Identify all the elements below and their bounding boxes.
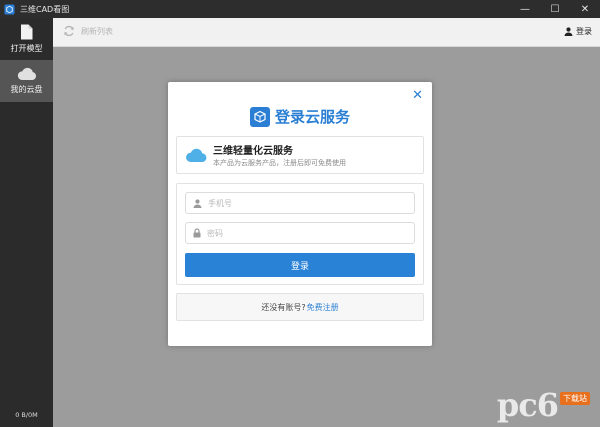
cloud-service-logo-icon (249, 106, 270, 127)
window-title: 三维CAD看图 (20, 4, 70, 14)
login-form: 登录 (176, 183, 424, 285)
sidebar-item-label: 我的云盘 (10, 85, 43, 94)
login-dialog: ✕ 登录云服务 三维轻量化云服务 本产品为云服务产品，注册后即可免费使用 手机号… (168, 82, 432, 346)
toolbar-login-button[interactable]: 登录 (564, 26, 592, 37)
user-icon (564, 27, 573, 36)
refresh-list-button[interactable]: 刷新列表 (63, 25, 113, 37)
close-dialog-button[interactable]: ✕ (412, 88, 423, 103)
toolbar: 刷新列表 登录 (53, 18, 600, 47)
app-logo-icon (4, 3, 15, 15)
close-window-button[interactable]: ✕ (570, 0, 600, 18)
password-input[interactable] (207, 228, 397, 238)
phone-input[interactable] (208, 198, 398, 208)
register-link[interactable]: 免费注册 (307, 302, 339, 313)
window-controls: — ☐ ✕ (510, 0, 600, 18)
toolbar-login-label: 登录 (576, 27, 592, 36)
service-info-box: 三维轻量化云服务 本产品为云服务产品，注册后即可免费使用 (176, 136, 424, 174)
dialog-title: 登录云服务 (274, 108, 350, 126)
sidebar: 打开模型 我的云盘 0 B/0M (0, 18, 53, 427)
dialog-header: 登录云服务 (168, 106, 432, 127)
sidebar-item-open-model[interactable]: 打开模型 (0, 18, 53, 60)
login-button[interactable]: 登录 (185, 253, 415, 277)
sidebar-item-label: 打开模型 (10, 44, 43, 53)
minimize-button[interactable]: — (510, 0, 540, 18)
user-icon (193, 198, 202, 208)
cloud-icon (17, 67, 36, 80)
register-prompt: 还没有账号? (261, 302, 306, 312)
watermark-tag: 下载站 (560, 392, 590, 405)
register-box: 还没有账号? 免费注册 (176, 293, 424, 321)
refresh-list-label: 刷新列表 (81, 26, 113, 36)
service-info-description: 本产品为云服务产品，注册后即可免费使用 (213, 159, 346, 167)
password-field[interactable] (185, 222, 415, 244)
site-watermark: pc6 下载站 (497, 389, 590, 421)
refresh-icon (64, 25, 74, 37)
storage-usage: 0 B/0M (15, 411, 38, 419)
phone-field[interactable] (185, 192, 415, 214)
maximize-button[interactable]: ☐ (540, 0, 570, 18)
watermark-logo: pc6 (496, 386, 559, 424)
service-info-title: 三维轻量化云服务 (213, 146, 293, 157)
lock-icon (193, 228, 201, 238)
file-icon (21, 24, 33, 40)
title-bar: 三维CAD看图 — ☐ ✕ (0, 0, 600, 18)
cloud-icon (186, 148, 207, 162)
sidebar-item-my-cloud[interactable]: 我的云盘 (0, 60, 53, 102)
